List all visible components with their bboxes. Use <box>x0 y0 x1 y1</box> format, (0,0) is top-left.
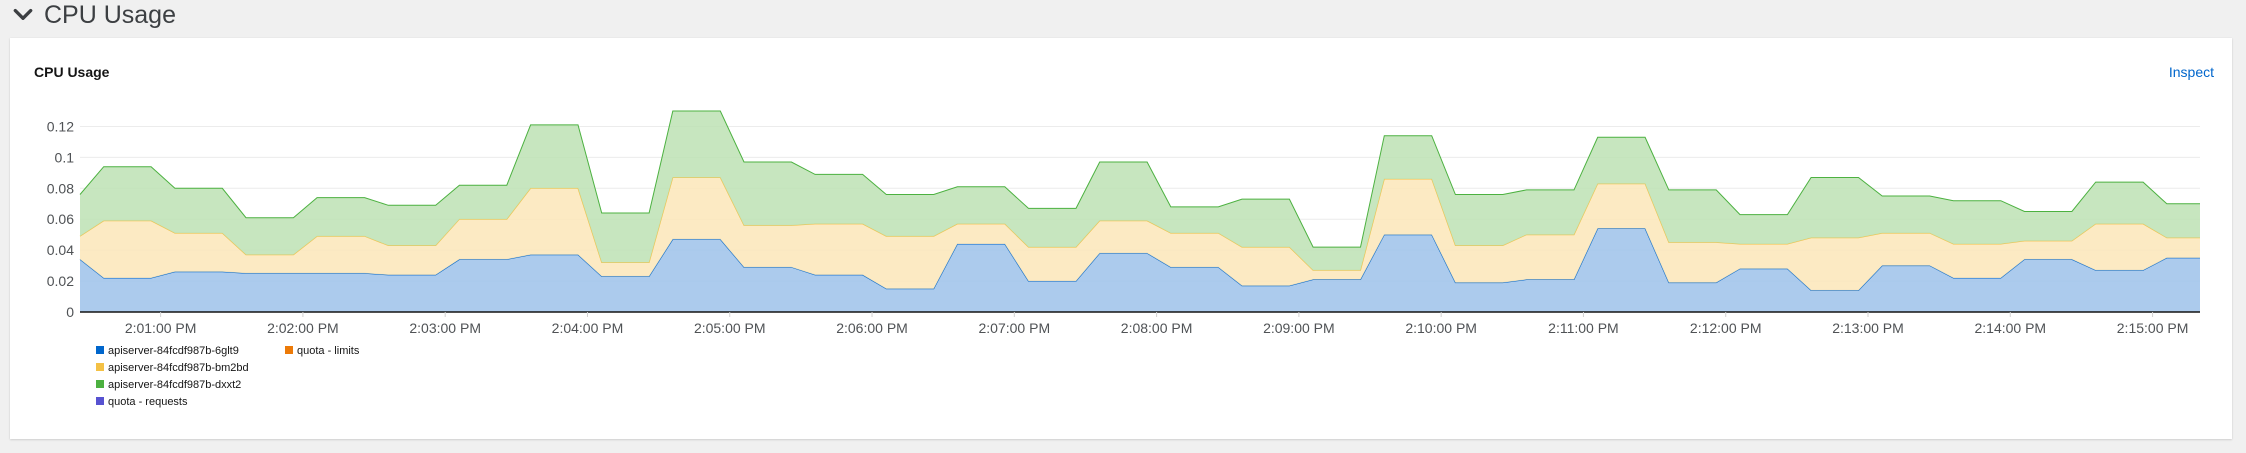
y-tick-label: 0 <box>66 304 74 320</box>
x-tick-label: 2:05:00 PM <box>694 320 766 336</box>
x-tick-label: 2:15:00 PM <box>2117 320 2189 336</box>
legend-swatch <box>285 346 293 354</box>
x-tick-label: 2:10:00 PM <box>1405 320 1477 336</box>
legend-swatch <box>96 397 104 405</box>
y-tick-label: 0.04 <box>47 242 74 258</box>
x-tick-label: 2:09:00 PM <box>1263 320 1335 336</box>
x-tick-label: 2:01:00 PM <box>125 320 197 336</box>
x-tick-label: 2:14:00 PM <box>1974 320 2046 336</box>
x-tick-label: 2:04:00 PM <box>552 320 624 336</box>
legend-label: quota - limits <box>297 345 360 357</box>
legend-label: apiserver-84fcdf987b-dxxt2 <box>108 379 241 391</box>
x-tick-label: 2:08:00 PM <box>1121 320 1193 336</box>
x-tick-label: 2:02:00 PM <box>267 320 339 336</box>
legend-label: apiserver-84fcdf987b-bm2bd <box>108 362 249 374</box>
legend-swatch <box>96 380 104 388</box>
chart-card: CPU Usage Inspect 0 0.02 0.04 0.06 0.08 0.1 0.… <box>10 38 2232 439</box>
x-tick-label: 2:06:00 PM <box>836 320 908 336</box>
y-tick-label: 0.06 <box>47 211 74 227</box>
section-header[interactable]: CPU Usage <box>12 0 176 30</box>
legend-label: apiserver-84fcdf987b-6glt9 <box>108 345 239 357</box>
y-tick-label: 0.1 <box>55 149 75 165</box>
x-tick-label: 2:07:00 PM <box>979 320 1051 336</box>
x-tick-label: 2:12:00 PM <box>1690 320 1762 336</box>
x-tick-label: 2:13:00 PM <box>1832 320 1904 336</box>
cpu-usage-chart: 0 0.02 0.04 0.06 0.08 0.1 0.12 2:01:00 PM 2:02:0… <box>47 110 2200 408</box>
y-tick-label: 0.12 <box>47 118 74 134</box>
y-tick-label: 0.08 <box>47 180 74 196</box>
legend-label: quota - requests <box>108 396 188 408</box>
legend-swatch <box>96 346 104 354</box>
chevron-down-icon[interactable] <box>12 4 34 26</box>
y-tick-label: 0.02 <box>47 273 74 289</box>
x-tick-label: 2:11:00 PM <box>1548 320 1619 336</box>
section-title: CPU Usage <box>44 0 176 29</box>
legend-swatch <box>96 363 104 371</box>
x-tick-label: 2:03:00 PM <box>409 320 481 336</box>
